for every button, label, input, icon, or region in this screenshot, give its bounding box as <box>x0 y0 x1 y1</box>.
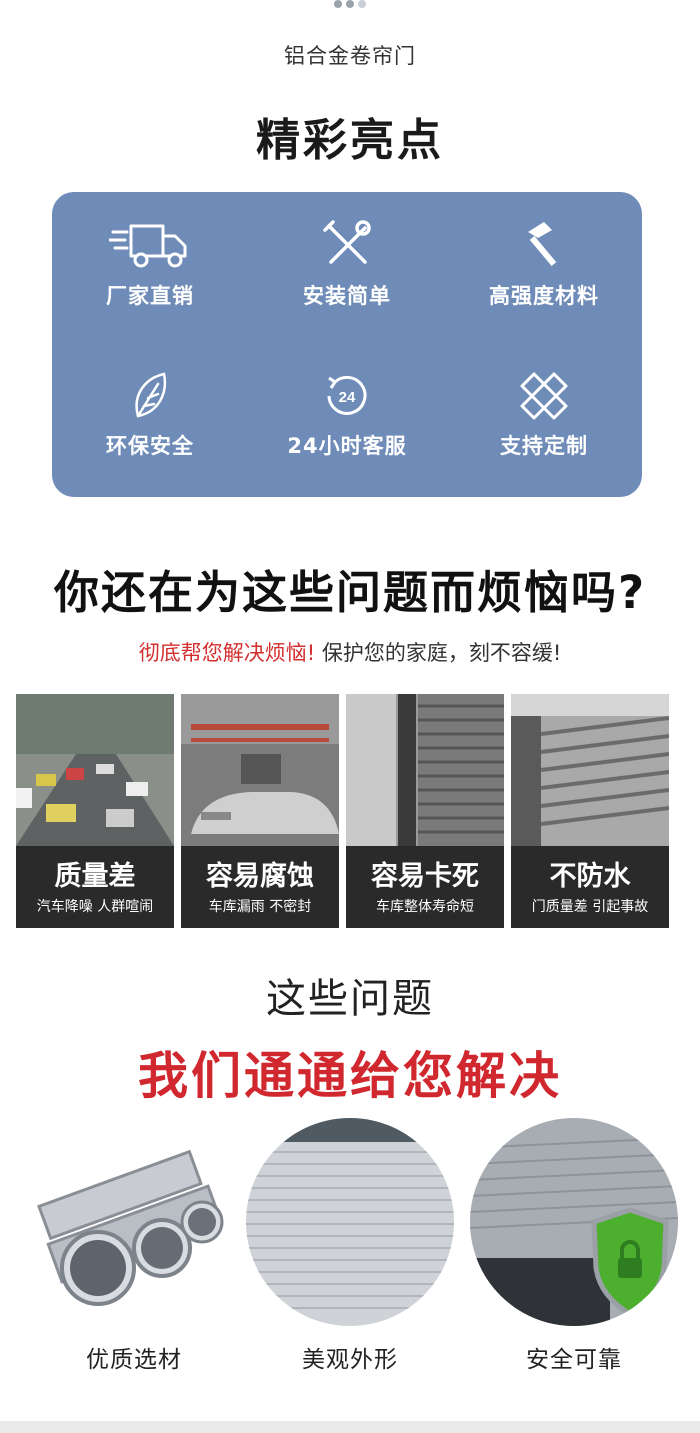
hammer-icon <box>528 222 557 266</box>
solution-heading: 这些问题 <box>266 976 434 1022</box>
dot <box>358 0 366 8</box>
problem-cards: 质量差 汽车降噪 人群喧闹 容易腐蚀 车库漏雨 不密封 容易卡死 车库整体寿命短… <box>16 694 669 928</box>
problem-subtitle: 车库漏雨 不密封 <box>208 899 312 915</box>
ruler-pencil-icon <box>520 372 568 420</box>
problem-card-corrosion: 容易腐蚀 车库漏雨 不密封 <box>181 694 339 928</box>
highlights-panel: 厂家直销 安装简单 高强度材料 环保安全 24 24小时客服 支持定制 <box>52 192 642 497</box>
tagline-dark: 保护您的家庭，刻不容缓! <box>321 641 562 665</box>
highlight-label: 24小时客服 <box>287 434 407 458</box>
shutter-photo <box>346 694 504 846</box>
tools-icon <box>323 220 371 264</box>
leaf-icon <box>135 372 167 418</box>
problem-subtitle: 汽车降噪 人群喧闹 <box>36 899 154 915</box>
truck-icon <box>109 224 187 268</box>
security-shutter-photo <box>470 1118 678 1326</box>
highlight-factory-direct: 厂家直销 <box>52 218 248 310</box>
solution-headline: 我们通通给您解决 <box>138 1047 562 1105</box>
highlight-label: 厂家直销 <box>106 284 194 308</box>
highlight-label: 高强度材料 <box>489 284 599 308</box>
highlight-label: 支持定制 <box>500 434 588 458</box>
problem-card-poor-quality: 质量差 汽车降噪 人群喧闹 <box>16 694 174 928</box>
feature-label: 安全可靠 <box>526 1347 622 1373</box>
tagline-red: 彻底帮您解决烦恼! <box>138 641 316 665</box>
problem-tagline: 彻底帮您解决烦恼! 保护您的家庭，刻不容缓! <box>0 637 700 667</box>
highlight-high-strength: 高强度材料 <box>446 218 642 310</box>
garage-photo <box>181 694 339 846</box>
problem-question: 你还在为这些问题而烦恼吗? <box>53 566 647 619</box>
section-subtitle: 铝合金卷帘门 <box>284 44 416 68</box>
feature-label: 优质选材 <box>86 1347 182 1373</box>
problem-title: 质量差 <box>54 861 136 892</box>
dot <box>334 0 342 8</box>
pagination-dots <box>0 0 700 8</box>
highlight-eco-safe: 环保安全 <box>52 370 248 460</box>
problem-title: 容易腐蚀 <box>206 861 314 892</box>
highlight-customizable: 支持定制 <box>446 370 642 460</box>
problem-card-jamming: 容易卡死 车库整体寿命短 <box>346 694 504 928</box>
problem-title: 容易卡死 <box>371 861 479 892</box>
feature-label: 美观外形 <box>302 1347 398 1373</box>
roller-shutter-photo <box>246 1118 454 1326</box>
dot <box>346 0 354 8</box>
traffic-photo <box>16 694 174 846</box>
footer-divider <box>0 1421 700 1433</box>
problem-card-not-waterproof: 不防水 门质量差 引起事故 <box>511 694 669 928</box>
highlight-label: 环保安全 <box>106 434 194 458</box>
problem-subtitle: 门质量差 引起事故 <box>531 899 649 915</box>
svg-text:24: 24 <box>339 389 356 406</box>
highlight-24h-service: 24 24小时客服 <box>249 370 445 460</box>
highlight-label: 安装简单 <box>303 284 391 308</box>
24-hour-service-icon: 24 <box>327 375 367 415</box>
problem-subtitle: 车库整体寿命短 <box>376 899 474 915</box>
pipes-photo <box>30 1118 238 1326</box>
highlight-easy-install: 安装简单 <box>249 218 445 310</box>
section-title: 精彩亮点 <box>256 115 444 166</box>
problem-title: 不防水 <box>549 861 631 892</box>
damaged-shutter-photo <box>511 694 669 846</box>
